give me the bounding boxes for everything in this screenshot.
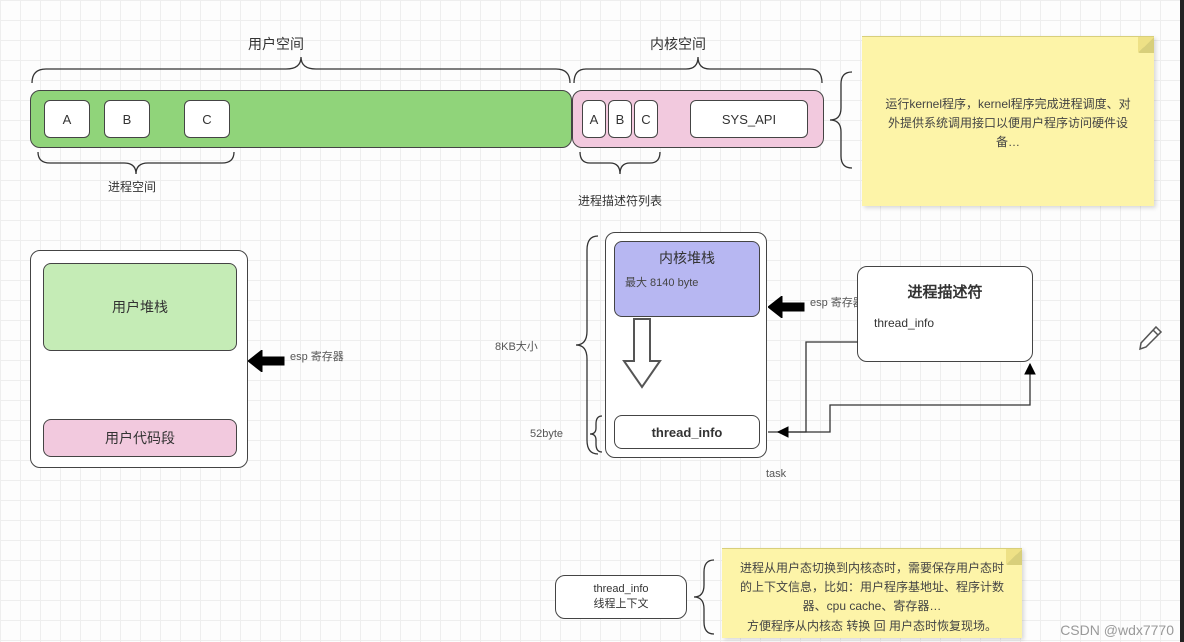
thread-info-context-box: thread_info 线程上下文 (555, 575, 687, 619)
process-space-brace (36, 150, 236, 176)
user-block-c: C (184, 100, 230, 138)
esp-user-arrow (248, 350, 286, 372)
kpanel-total-label: 8KB大小 (495, 338, 538, 354)
thread-info-context-line1: thread_info (593, 583, 648, 595)
note-bottom-text: 进程从用户态切换到内核态时，需要保存用户态时的上下文信息，比如：用户程序基地址、… (736, 559, 1008, 636)
kernel-block-c: C (634, 100, 658, 138)
thread-info-context-line2: 线程上下文 (594, 595, 649, 611)
kernel-panel: 内核堆栈 最大 8140 byte thread_info (605, 232, 767, 458)
esp-kernel-arrow (768, 296, 806, 318)
thread-info-block: thread_info (614, 415, 760, 449)
esp-user-label: esp 寄存器 (290, 348, 344, 364)
kernel-space-label: 内核空间 (650, 34, 706, 54)
kernel-block-a: A (582, 100, 606, 138)
kernel-block-b: B (608, 100, 632, 138)
kernel-stack-box: 内核堆栈 最大 8140 byte (614, 241, 760, 317)
user-space-label: 用户空间 (248, 34, 304, 54)
process-descriptor-box: 进程描述符 thread_info (857, 266, 1033, 362)
process-descriptor-field: thread_info (874, 316, 1016, 330)
task-label: task (766, 468, 786, 480)
user-code-box: 用户代码段 (43, 419, 237, 457)
kernel-space-brace (572, 55, 824, 85)
note-bottom-brace (692, 558, 716, 636)
user-stack-box: 用户堆栈 (43, 263, 237, 351)
kernel-stack-sub: 最大 8140 byte (625, 274, 749, 290)
process-space-caption: 进程空间 (108, 178, 156, 195)
connector-proc-to-tinfo (766, 336, 860, 446)
sys-api-box: SYS_API (690, 100, 808, 138)
process-desc-list-brace (578, 150, 662, 176)
kpanel-thread-label: 52byte (530, 428, 563, 440)
esp-kernel-label: esp 寄存器 (810, 294, 864, 310)
watermark: CSDN @wdx7770 (1060, 622, 1174, 638)
user-block-a: A (44, 100, 90, 138)
kernel-stack-title: 内核堆栈 (625, 248, 749, 268)
kpanel-thread-brace (588, 414, 604, 454)
process-desc-list-caption: 进程描述符列表 (578, 192, 662, 209)
user-block-b: B (104, 100, 150, 138)
user-panel: 用户堆栈 用户代码段 (30, 250, 248, 468)
note-top: 运行kernel程序，kernel程序完成进程调度、对外提供系统调用接口以便用户… (862, 36, 1154, 206)
note-top-text: 运行kernel程序，kernel程序完成进程调度、对外提供系统调用接口以便用户… (880, 95, 1136, 153)
pen-icon (1136, 324, 1164, 352)
user-space-brace (30, 55, 572, 85)
process-descriptor-title: 进程描述符 (874, 281, 1016, 302)
stack-grow-arrow-icon (622, 317, 662, 389)
note-top-brace (828, 70, 854, 170)
note-bottom: 进程从用户态切换到内核态时，需要保存用户态时的上下文信息，比如：用户程序基地址、… (722, 548, 1022, 638)
